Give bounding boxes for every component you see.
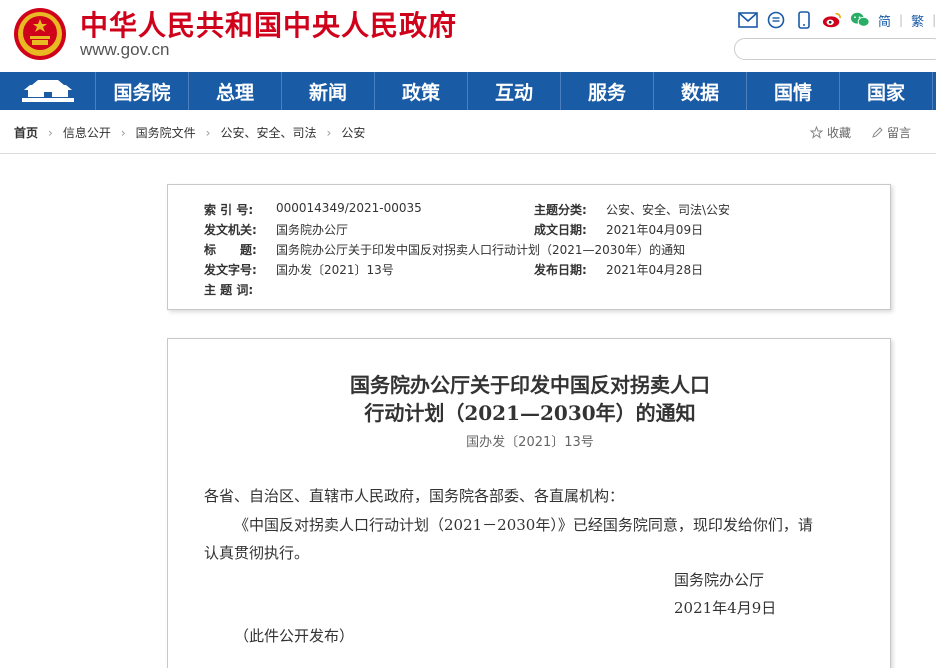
info-row-issuer: 发文机关: 国务院办公厅 xyxy=(204,221,348,238)
info-row-created: 成文日期: 2021年04月09日 xyxy=(534,221,703,238)
lang-separator: | xyxy=(899,13,904,27)
tiananmen-icon xyxy=(21,80,74,102)
mobile-icon[interactable] xyxy=(794,10,814,30)
nav-item-interaction[interactable]: 互动 xyxy=(468,72,561,110)
created-label: 成文日期: xyxy=(534,223,587,237)
article-body-line2: 认真贯彻执行。 xyxy=(204,544,310,562)
mail-icon[interactable] xyxy=(738,10,758,30)
issuer-label: 发文机关: xyxy=(204,223,257,237)
published-label: 发布日期: xyxy=(534,263,587,277)
article-date: 2021年4月9日 xyxy=(674,599,777,617)
info-row-index: 索 引 号: 000014349/2021-00035 xyxy=(204,201,422,218)
lang-separator: | xyxy=(932,13,936,27)
breadcrumb-info-public[interactable]: 信息公开 xyxy=(63,124,111,141)
article-salutation: 各省、自治区、直辖市人民政府，国务院各部委、各直属机构： xyxy=(204,487,625,505)
info-row-docno: 发文字号: 国办发〔2021〕13号 xyxy=(204,261,394,278)
article-note: （此件公开发布） xyxy=(234,627,355,645)
breadcrumb: 首页 › 信息公开 › 国务院文件 › 公安、安全、司法 › 公安 xyxy=(14,124,365,141)
pencil-icon xyxy=(872,126,883,138)
lang-traditional[interactable]: 繁 xyxy=(911,11,924,30)
national-emblem-icon[interactable] xyxy=(12,6,68,62)
article-doc-number: 国办发〔2021〕13号 xyxy=(466,435,594,450)
site-title[interactable]: 中华人民共和国中央人民政府 xyxy=(80,4,457,44)
breadcrumb-bar: 首页 › 信息公开 › 国务院文件 › 公安、安全、司法 › 公安 收藏 留言 xyxy=(0,110,936,154)
nav-home-gate[interactable] xyxy=(0,72,96,110)
site-domain: www.gov.cn xyxy=(80,40,170,59)
document-info-table: 索 引 号: 000014349/2021-00035 主题分类: 公安、安全、… xyxy=(167,184,891,310)
favorite-label: 收藏 xyxy=(827,126,852,140)
index-label: 索 引 号: xyxy=(204,203,254,217)
breadcrumb-home[interactable]: 首页 xyxy=(14,124,38,141)
nav-item-service[interactable]: 服务 xyxy=(561,72,654,110)
title-label: 标 题: xyxy=(204,243,257,257)
article-body-line1: 《中国反对拐卖人口行动计划（2021－2030年）》已经国务院同意，现印发给你们… xyxy=(234,516,813,534)
breadcrumb-security-justice[interactable]: 公安、安全、司法 xyxy=(220,124,316,141)
info-row-published: 发布日期: 2021年04月28日 xyxy=(534,261,703,278)
published-value: 2021年04月28日 xyxy=(606,263,704,277)
message-icon[interactable] xyxy=(766,10,786,30)
article-title-line2: 行动计划（2021—2030年）的通知 xyxy=(364,401,696,425)
site-header: 中华人民共和国中央人民政府 www.gov.cn 简 | 繁 | EN xyxy=(0,0,936,72)
favorite-button[interactable]: 收藏 xyxy=(810,124,851,141)
keywords-label: 主 题 词: xyxy=(204,283,254,297)
category-label: 主题分类: xyxy=(534,203,587,217)
main-nav: 国务院 总理 新闻 政策 互动 服务 数据 国情 国家 xyxy=(0,72,936,110)
article-title-line1: 国务院办公厅关于印发中国反对拐卖人口 xyxy=(350,373,710,397)
index-value: 000014349/2021-00035 xyxy=(276,201,422,215)
breadcrumb-arrow: › xyxy=(205,125,211,140)
nav-item-premier[interactable]: 总理 xyxy=(189,72,282,110)
wechat-icon[interactable] xyxy=(850,10,870,30)
weibo-icon[interactable] xyxy=(822,10,842,30)
issuer-value: 国务院办公厅 xyxy=(276,223,349,237)
info-row-title: 标 题: 国务院办公厅关于印发中国反对拐卖人口行动计划（2021—2030年）的… xyxy=(204,241,685,258)
nav-item-data[interactable]: 数据 xyxy=(654,72,747,110)
docno-label: 发文字号: xyxy=(204,263,257,277)
comment-button[interactable]: 留言 xyxy=(871,124,911,141)
info-row-keywords: 主 题 词: xyxy=(204,281,276,298)
category-value: 公安、安全、司法\公安 xyxy=(606,203,731,217)
nav-item-policy[interactable]: 政策 xyxy=(375,72,468,110)
star-icon xyxy=(810,126,823,139)
page-actions: 收藏 留言 xyxy=(810,124,911,141)
breadcrumb-arrow: › xyxy=(48,125,53,140)
nav-item-news[interactable]: 新闻 xyxy=(282,72,375,110)
breadcrumb-public-security[interactable]: 公安 xyxy=(341,124,365,141)
breadcrumb-state-council-docs[interactable]: 国务院文件 xyxy=(136,124,196,141)
title-value: 国务院办公厅关于印发中国反对拐卖人口行动计划（2021—2030年）的通知 xyxy=(276,243,686,257)
breadcrumb-arrow: › xyxy=(120,125,126,140)
nav-item-national[interactable]: 国家 xyxy=(840,72,933,110)
created-value: 2021年04月09日 xyxy=(606,223,704,237)
docno-value: 国办发〔2021〕13号 xyxy=(276,263,394,277)
article-body: 国务院办公厅关于印发中国反对拐卖人口 行动计划（2021—2030年）的通知 国… xyxy=(167,338,891,668)
info-row-category: 主题分类: 公安、安全、司法\公安 xyxy=(534,201,730,218)
header-toolbar: 简 | 繁 | EN xyxy=(738,10,936,30)
breadcrumb-arrow: › xyxy=(326,125,332,140)
search-input[interactable] xyxy=(734,38,936,60)
lang-simplified[interactable]: 简 xyxy=(878,11,891,30)
comment-label: 留言 xyxy=(887,126,912,140)
nav-item-national-info[interactable]: 国情 xyxy=(747,72,840,110)
article-signature: 国务院办公厅 xyxy=(674,571,765,589)
nav-item-state-council[interactable]: 国务院 xyxy=(96,72,189,110)
